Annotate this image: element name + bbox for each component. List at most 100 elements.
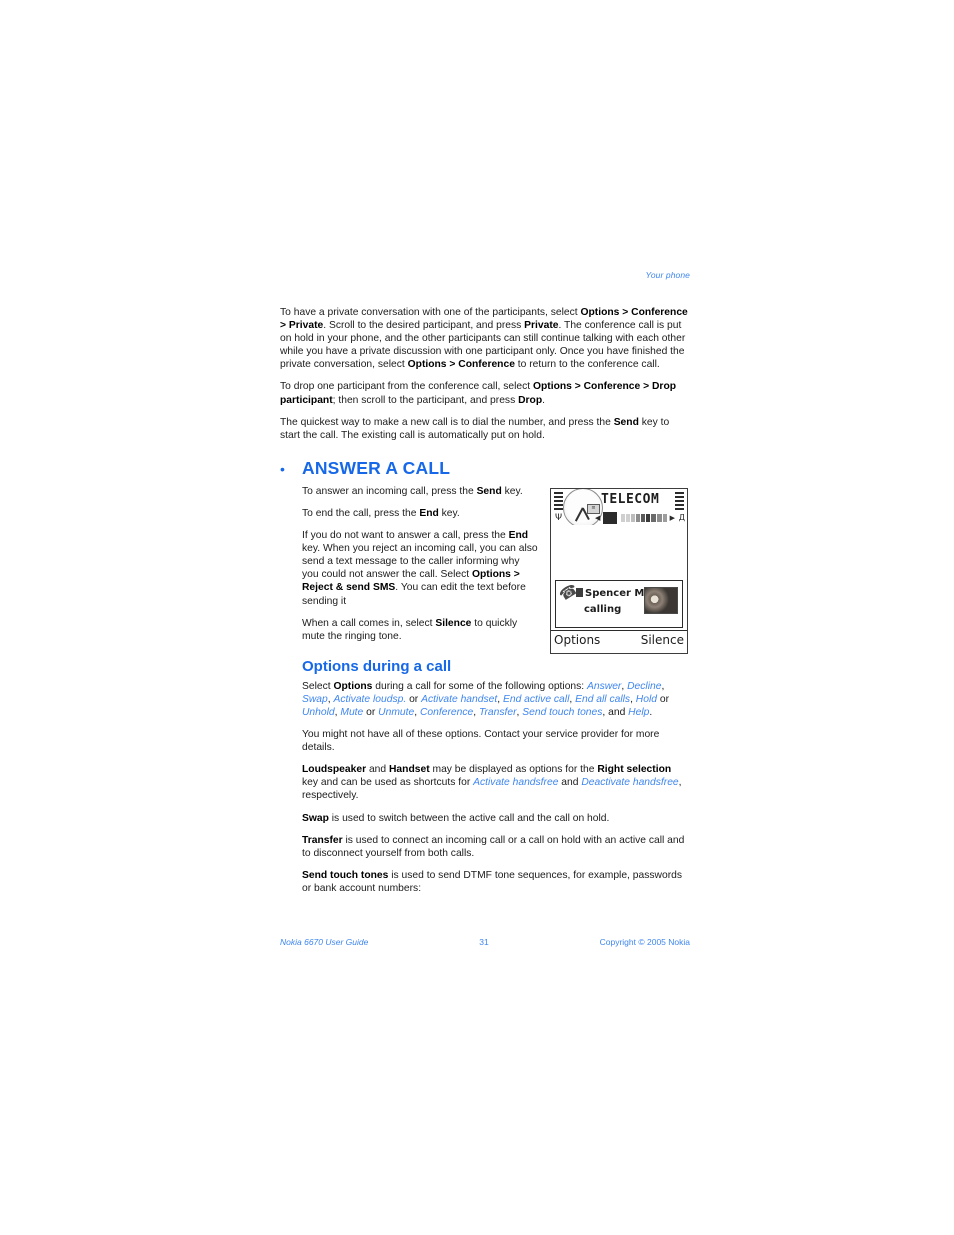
text-run: If you do not want to answer a call, pre… [302, 530, 509, 542]
page-footer: Nokia 6670 User Guide 31 Copyright © 200… [280, 937, 690, 947]
menu-option-link[interactable]: Deactivate handsfree [581, 777, 678, 788]
menu-option-link[interactable]: Help [628, 707, 649, 718]
text-run: When a call comes in, select [302, 617, 436, 629]
text-run: and [558, 777, 582, 789]
section-title: Options during a call [302, 657, 452, 675]
text-run: . [649, 706, 653, 718]
emphasis-term: Send [476, 485, 502, 497]
bullet-icon: • [280, 460, 285, 477]
answer-call-body: TELECOM ≡ Ψ ◀ ▶ Д ☎ Spencer M... calling… [302, 485, 690, 895]
emphasis-term: Drop [518, 394, 543, 406]
phone-indicator-row: Ψ ◀ ▶ Д [551, 511, 687, 526]
battery-icon: Д [678, 512, 685, 522]
emphasis-term: End [508, 530, 529, 542]
emphasis-term: Transfer [302, 834, 343, 846]
text-run: key. [501, 485, 523, 497]
emphasis-term: Handset [389, 764, 430, 776]
chapter-heading: • ANSWER A CALL [280, 457, 690, 478]
signal-bars-icon [554, 491, 563, 512]
text-run: , and [602, 706, 629, 718]
menu-option-link[interactable]: Unmute [378, 707, 414, 718]
footer-copyright: Copyright © 2005 Nokia [599, 937, 690, 947]
contact-badge-icon [576, 587, 583, 597]
options-paragraph-0: Select Options during a call for some of… [302, 680, 690, 719]
text-run: To end the call, press the [302, 507, 420, 519]
options-paragraph-4: Transfer is used to connect an incoming … [302, 834, 690, 860]
text-run: You might not have all of these options.… [302, 729, 660, 754]
text-run: or [656, 693, 670, 705]
intro-paragraph-2: The quickest way to make a new call is t… [280, 416, 690, 442]
text-run: To have a private conversation with one … [280, 307, 581, 318]
menu-option-link[interactable]: Unhold [302, 707, 335, 718]
phone-softkey-bar: Options Silence [551, 629, 687, 653]
arrow-left-icon: ◀ [595, 513, 601, 522]
text-run: key and can be used as shortcuts for [302, 777, 474, 789]
menu-option-link[interactable]: Mute [340, 707, 363, 718]
intro-paragraphs: To have a private conversation with one … [280, 306, 690, 442]
menu-option-link[interactable]: Hold [636, 694, 657, 705]
text-run: To answer an incoming call, press the [302, 485, 477, 497]
options-paragraph-2: Loudspeaker and Handset may be displayed… [302, 763, 690, 802]
text-run: or [406, 693, 422, 705]
text-run: ; then scroll to the participant, and pr… [332, 394, 519, 406]
footer-guide-title: Nokia 6670 User Guide [280, 937, 369, 947]
emphasis-term: End [419, 507, 439, 519]
menu-option-link[interactable]: Activate handsfree [473, 777, 558, 788]
intro-paragraph-1: To drop one participant from the confere… [280, 380, 690, 406]
menu-option-link[interactable]: Swap [302, 694, 328, 705]
emphasis-term: Send touch tones [302, 869, 389, 881]
phone-screenshot-figure: TELECOM ≡ Ψ ◀ ▶ Д ☎ Spencer M... calling… [550, 487, 690, 654]
operator-name: TELECOM [601, 491, 660, 507]
emphasis-term: Options > Conference [407, 359, 515, 371]
page-number: 31 [479, 937, 489, 947]
options-paragraph-3: Swap is used to switch between the activ… [302, 812, 690, 825]
call-status-text: calling [584, 603, 622, 615]
text-run: . Scroll to the desired participant, and… [323, 320, 525, 332]
text-run: or [363, 706, 379, 718]
signal-gauge-icon [621, 513, 667, 522]
menu-option-link[interactable]: Answer [587, 681, 621, 692]
antenna-icon: Ψ [555, 512, 563, 523]
text-run: The quickest way to make a new call is t… [280, 416, 614, 428]
emphasis-term: Right selection [597, 764, 672, 776]
text-run: key. [438, 507, 460, 519]
section-paragraphs: Select Options during a call for some of… [302, 680, 690, 895]
text-run: , [661, 680, 665, 692]
menu-option-link[interactable]: Conference [420, 707, 473, 718]
menu-option-link[interactable]: Transfer [479, 707, 517, 718]
emphasis-term: Options [333, 680, 373, 692]
running-head: Your phone [645, 270, 690, 280]
profile-mode-icon [603, 511, 617, 524]
menu-option-link[interactable]: Activate loudsp. [334, 694, 407, 705]
softkey-silence[interactable]: Silence [641, 633, 684, 647]
text-run: and [366, 764, 389, 776]
menu-option-link[interactable]: End all calls [575, 694, 630, 705]
text-run: is used to connect an incoming call or a… [302, 834, 685, 859]
softkey-options[interactable]: Options [554, 633, 600, 647]
options-paragraph-1: You might not have all of these options.… [302, 728, 690, 754]
emphasis-term: Send [613, 416, 639, 428]
page-title: ANSWER A CALL [302, 457, 451, 478]
emphasis-term: Loudspeaker [302, 764, 367, 776]
text-run: To drop one participant from the confere… [280, 381, 533, 393]
arrow-right-icon: ▶ [669, 513, 675, 522]
intro-paragraph-0: To have a private conversation with one … [280, 306, 690, 371]
text-run: Select [302, 680, 334, 692]
emphasis-term: Silence [435, 617, 472, 629]
emphasis-term: Swap [302, 812, 329, 824]
menu-option-link[interactable]: End active call [503, 694, 569, 705]
text-run: is used to switch between the active cal… [328, 812, 610, 824]
battery-bars-icon [675, 491, 684, 512]
menu-option-link[interactable]: Decline [627, 681, 661, 692]
text-run: may be displayed as options for the [429, 764, 598, 776]
text-run: to return to the conference call. [514, 359, 660, 371]
phone-idle-canvas: ☎ Spencer M... calling [551, 524, 687, 631]
incoming-call-popup: ☎ Spencer M... calling [555, 580, 683, 628]
page-content: Your phone To have a private conversatio… [280, 270, 690, 895]
options-paragraph-5: Send touch tones is used to send DTMF to… [302, 869, 690, 895]
manual-page: Your phone To have a private conversatio… [0, 0, 954, 1235]
menu-option-link[interactable]: Send touch tones [522, 707, 602, 718]
phone-screen: TELECOM ≡ Ψ ◀ ▶ Д ☎ Spencer M... calling… [550, 487, 688, 654]
text-run: during a call for some of the following … [372, 680, 588, 692]
menu-option-link[interactable]: Activate handset [421, 694, 497, 705]
